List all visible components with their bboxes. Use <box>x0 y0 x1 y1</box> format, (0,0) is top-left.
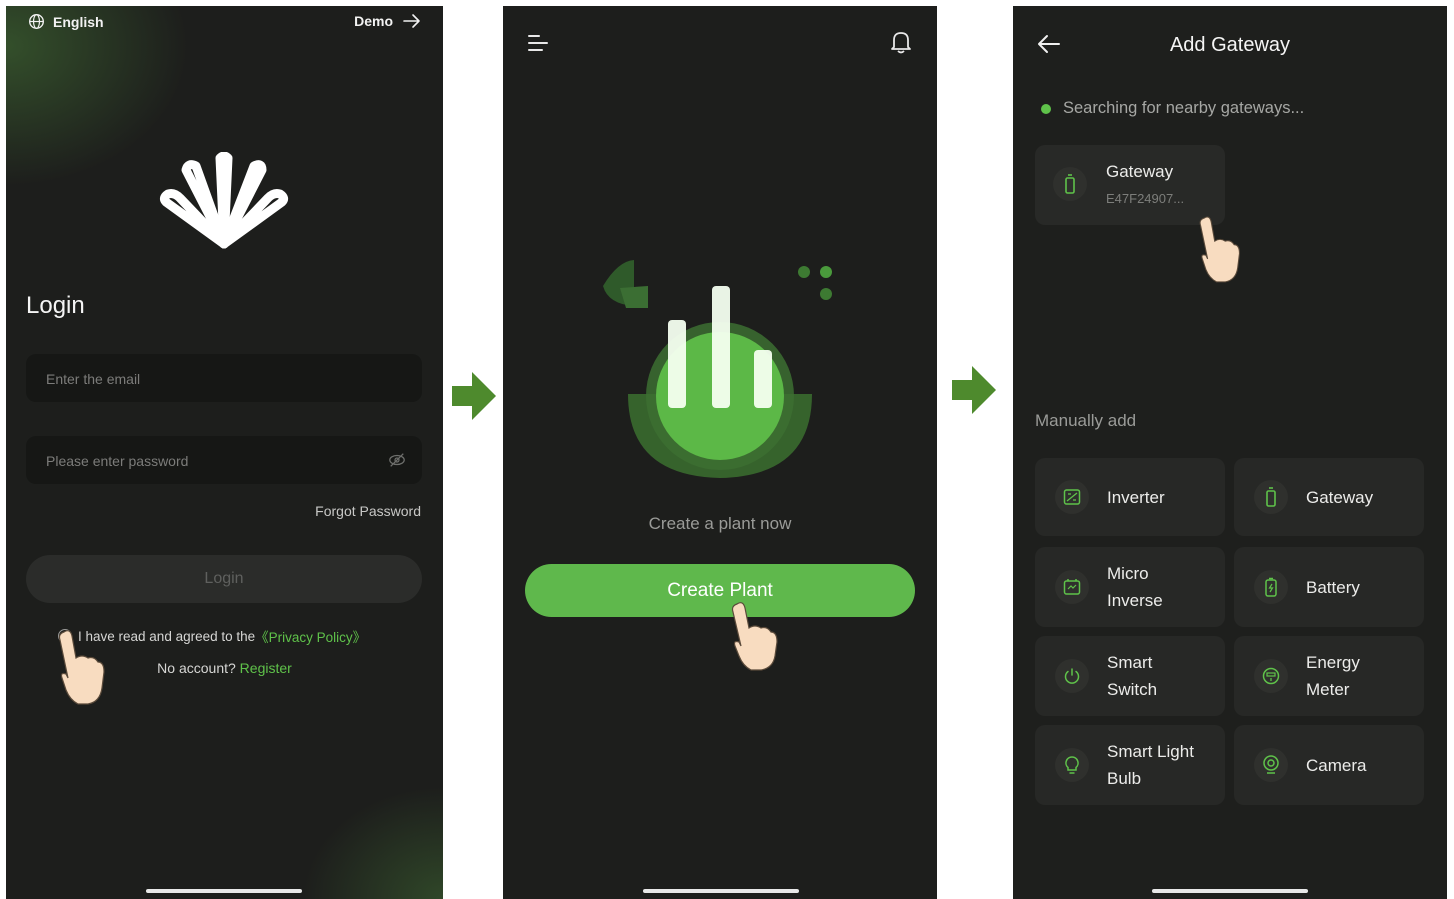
device-card-smart-switch[interactable]: Smart Switch <box>1035 636 1225 716</box>
device-card-energy-meter[interactable]: Energy Meter <box>1234 636 1424 716</box>
language-label: English <box>53 13 104 30</box>
manually-add-heading: Manually add <box>1035 411 1137 430</box>
arrow-right-icon <box>403 14 420 28</box>
empty-state-text: Create a plant now <box>648 514 792 533</box>
device-label: Battery <box>1306 577 1360 597</box>
device-label: Smart Switch <box>1107 653 1158 699</box>
tap-hand-icon <box>58 630 105 705</box>
camera-icon-wrap <box>1254 748 1288 782</box>
device-label: Micro Inverse <box>1107 564 1163 610</box>
bell-icon[interactable] <box>890 30 912 54</box>
device-label: Inverter <box>1107 487 1165 507</box>
search-status-text: Searching for nearby gateways... <box>1063 99 1305 117</box>
micro-inverter-icon-wrap <box>1055 570 1089 604</box>
no-account-text: No account? <box>157 660 240 676</box>
status-dot <box>1041 103 1051 114</box>
found-gateway-card[interactable]: Gateway E47F24907... <box>1035 145 1225 225</box>
device-label: Camera <box>1306 755 1367 775</box>
device-label: Smart Light Bulb <box>1107 742 1194 788</box>
gateway-icon <box>1065 174 1075 194</box>
found-gateway-name: Gateway <box>1106 162 1174 181</box>
chart-illustration <box>603 260 832 478</box>
email-input[interactable] <box>44 354 378 404</box>
inverter-icon-wrap <box>1055 480 1089 514</box>
login-button[interactable]: Login <box>26 555 422 603</box>
meter-icon-wrap <box>1254 659 1288 693</box>
register-link[interactable]: Register <box>240 660 292 676</box>
battery-icon <box>1265 577 1277 597</box>
flow-arrow-icon <box>452 372 496 420</box>
page-title: Login <box>26 292 85 319</box>
flow-arrow-icon <box>952 366 996 414</box>
device-card-smart-light-bulb[interactable]: Smart Light Bulb <box>1035 725 1225 805</box>
privacy-policy-link[interactable]: 《Privacy Policy》 <box>255 626 366 646</box>
device-card-battery[interactable]: Battery <box>1234 547 1424 627</box>
bulb-icon <box>1065 756 1079 774</box>
bulb-icon-wrap <box>1055 748 1089 782</box>
forgot-password-link[interactable]: Forgot Password <box>315 503 421 519</box>
demo-button[interactable]: Demo <box>354 13 421 29</box>
home-indicator <box>146 889 302 893</box>
camera-icon <box>1263 755 1279 774</box>
device-card-micro-inverse[interactable]: Micro Inverse <box>1035 547 1225 627</box>
password-field[interactable] <box>26 436 422 486</box>
language-selector[interactable]: English <box>28 13 104 30</box>
inverter-icon <box>1063 489 1081 505</box>
email-field[interactable] <box>26 354 422 404</box>
globe-icon <box>29 14 44 29</box>
device-label: Energy Meter <box>1306 653 1360 699</box>
meter-icon <box>1262 667 1280 685</box>
gateway-icon-wrap <box>1254 480 1288 514</box>
gateway-icon <box>1266 487 1276 507</box>
battery-icon-wrap <box>1254 570 1288 604</box>
tap-hand-icon <box>1199 216 1240 283</box>
eye-off-icon[interactable] <box>388 451 406 469</box>
gateway-icon-wrap <box>1053 167 1087 201</box>
micro-inverter-icon <box>1063 579 1081 595</box>
power-switch-icon <box>1064 668 1080 684</box>
device-card-gateway[interactable]: Gateway <box>1234 458 1424 536</box>
page-title: Add Gateway <box>1169 34 1291 56</box>
device-label: Gateway <box>1306 487 1374 507</box>
shell-logo-icon <box>159 152 289 249</box>
menu-icon[interactable] <box>527 32 549 54</box>
power-switch-icon-wrap <box>1055 659 1089 693</box>
search-status: Searching for nearby gateways... <box>1041 99 1304 118</box>
device-card-camera[interactable]: Camera <box>1234 725 1424 805</box>
device-card-inverter[interactable]: Inverter <box>1035 458 1225 536</box>
home-indicator <box>643 889 799 893</box>
home-indicator <box>1152 889 1308 893</box>
password-input[interactable] <box>44 436 378 486</box>
add-gateway-screen: Add Gateway Searching for nearby gateway… <box>1013 6 1447 899</box>
tap-hand-icon <box>731 602 778 671</box>
login-screen: English Demo Login Forgot Password Login… <box>6 6 443 899</box>
found-gateway-id: E47F24907... <box>1106 191 1185 206</box>
create-plant-button[interactable]: Create Plant <box>525 564 915 617</box>
demo-label: Demo <box>354 13 393 29</box>
create-plant-screen: Create a plant now Create Plant <box>503 6 937 899</box>
